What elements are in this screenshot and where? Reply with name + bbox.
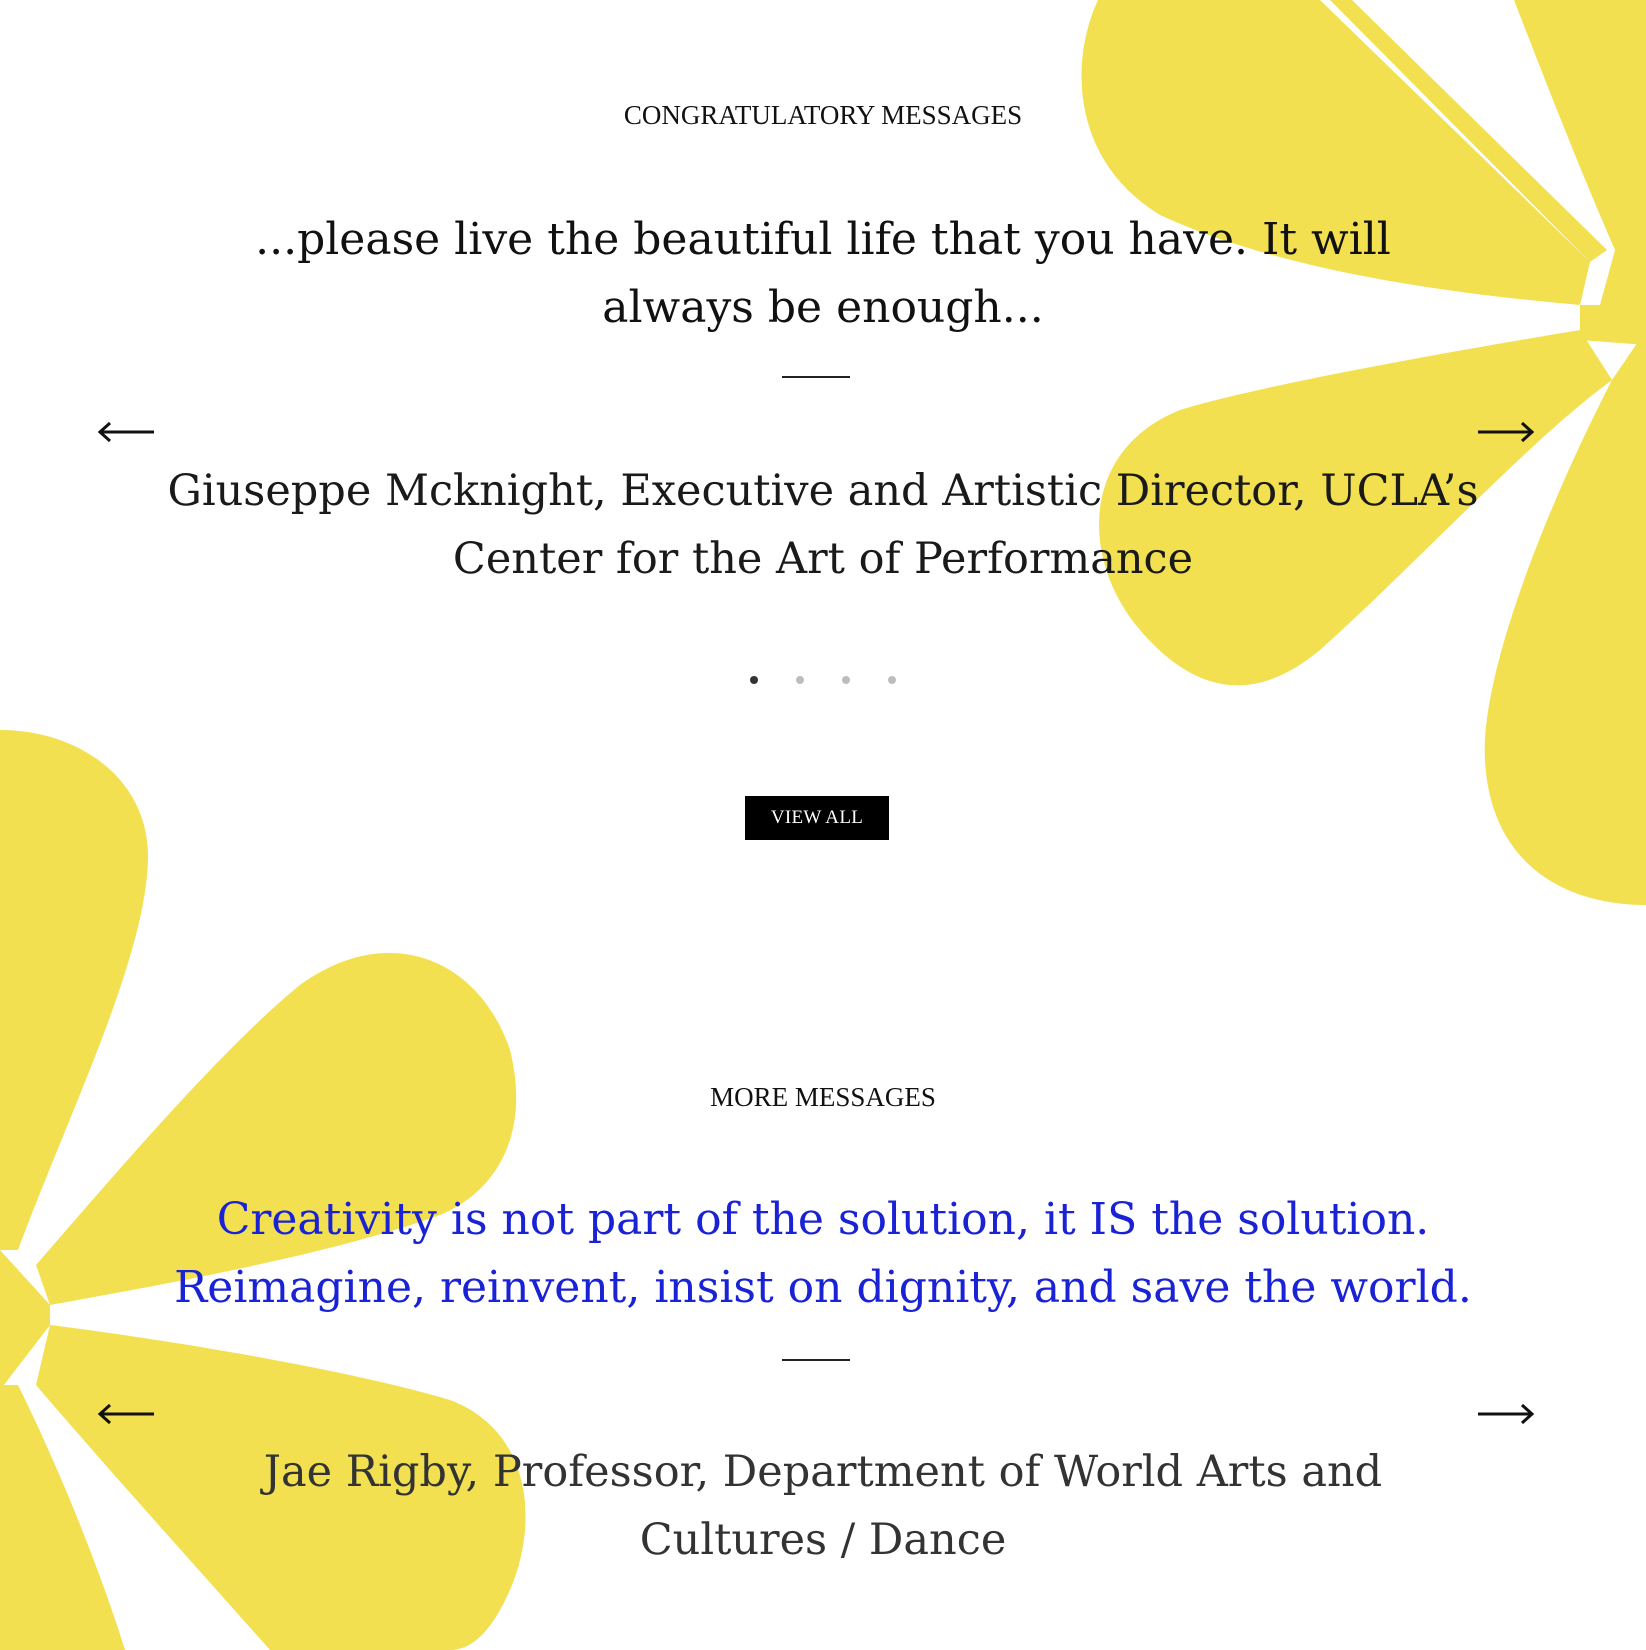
quote-text: ...please live the beautiful life that y… xyxy=(255,214,1391,333)
section-heading: MORE MESSAGES xyxy=(710,1082,936,1112)
quote-divider xyxy=(782,1359,850,1361)
prev-slide-button[interactable] xyxy=(96,1399,156,1429)
pagination-dot[interactable] xyxy=(842,676,850,684)
quote-attribution: Jae Rigby, Professor, Department of Worl… xyxy=(263,1447,1383,1565)
arrow-left-icon xyxy=(97,1403,154,1425)
quote-divider xyxy=(782,376,850,378)
arrow-left-icon xyxy=(97,421,154,443)
arrow-right-icon xyxy=(1478,421,1535,443)
pagination-dot[interactable] xyxy=(796,676,804,684)
quote-attribution: Giuseppe Mcknight, Executive and Artisti… xyxy=(167,466,1479,584)
section-heading: CONGRATULATORY MESSAGES xyxy=(623,100,1023,130)
arrow-right-icon xyxy=(1478,1403,1535,1425)
pagination-dot[interactable] xyxy=(750,676,758,684)
next-slide-button[interactable] xyxy=(1476,1399,1536,1429)
more-messages-section: MORE MESSAGES Creativity is not part of … xyxy=(0,900,1646,1650)
pagination-dot[interactable] xyxy=(888,676,896,684)
quote-text: Creativity is not part of the solution, … xyxy=(174,1194,1472,1313)
next-slide-button[interactable] xyxy=(1476,417,1536,447)
slide-pagination xyxy=(0,676,1646,684)
view-all-button[interactable]: VIEW ALL xyxy=(745,796,889,840)
prev-slide-button[interactable] xyxy=(96,417,156,447)
page: CONGRATULATORY MESSAGES ...please live t… xyxy=(0,0,1646,1650)
congratulatory-messages-section: CONGRATULATORY MESSAGES ...please live t… xyxy=(0,0,1646,900)
